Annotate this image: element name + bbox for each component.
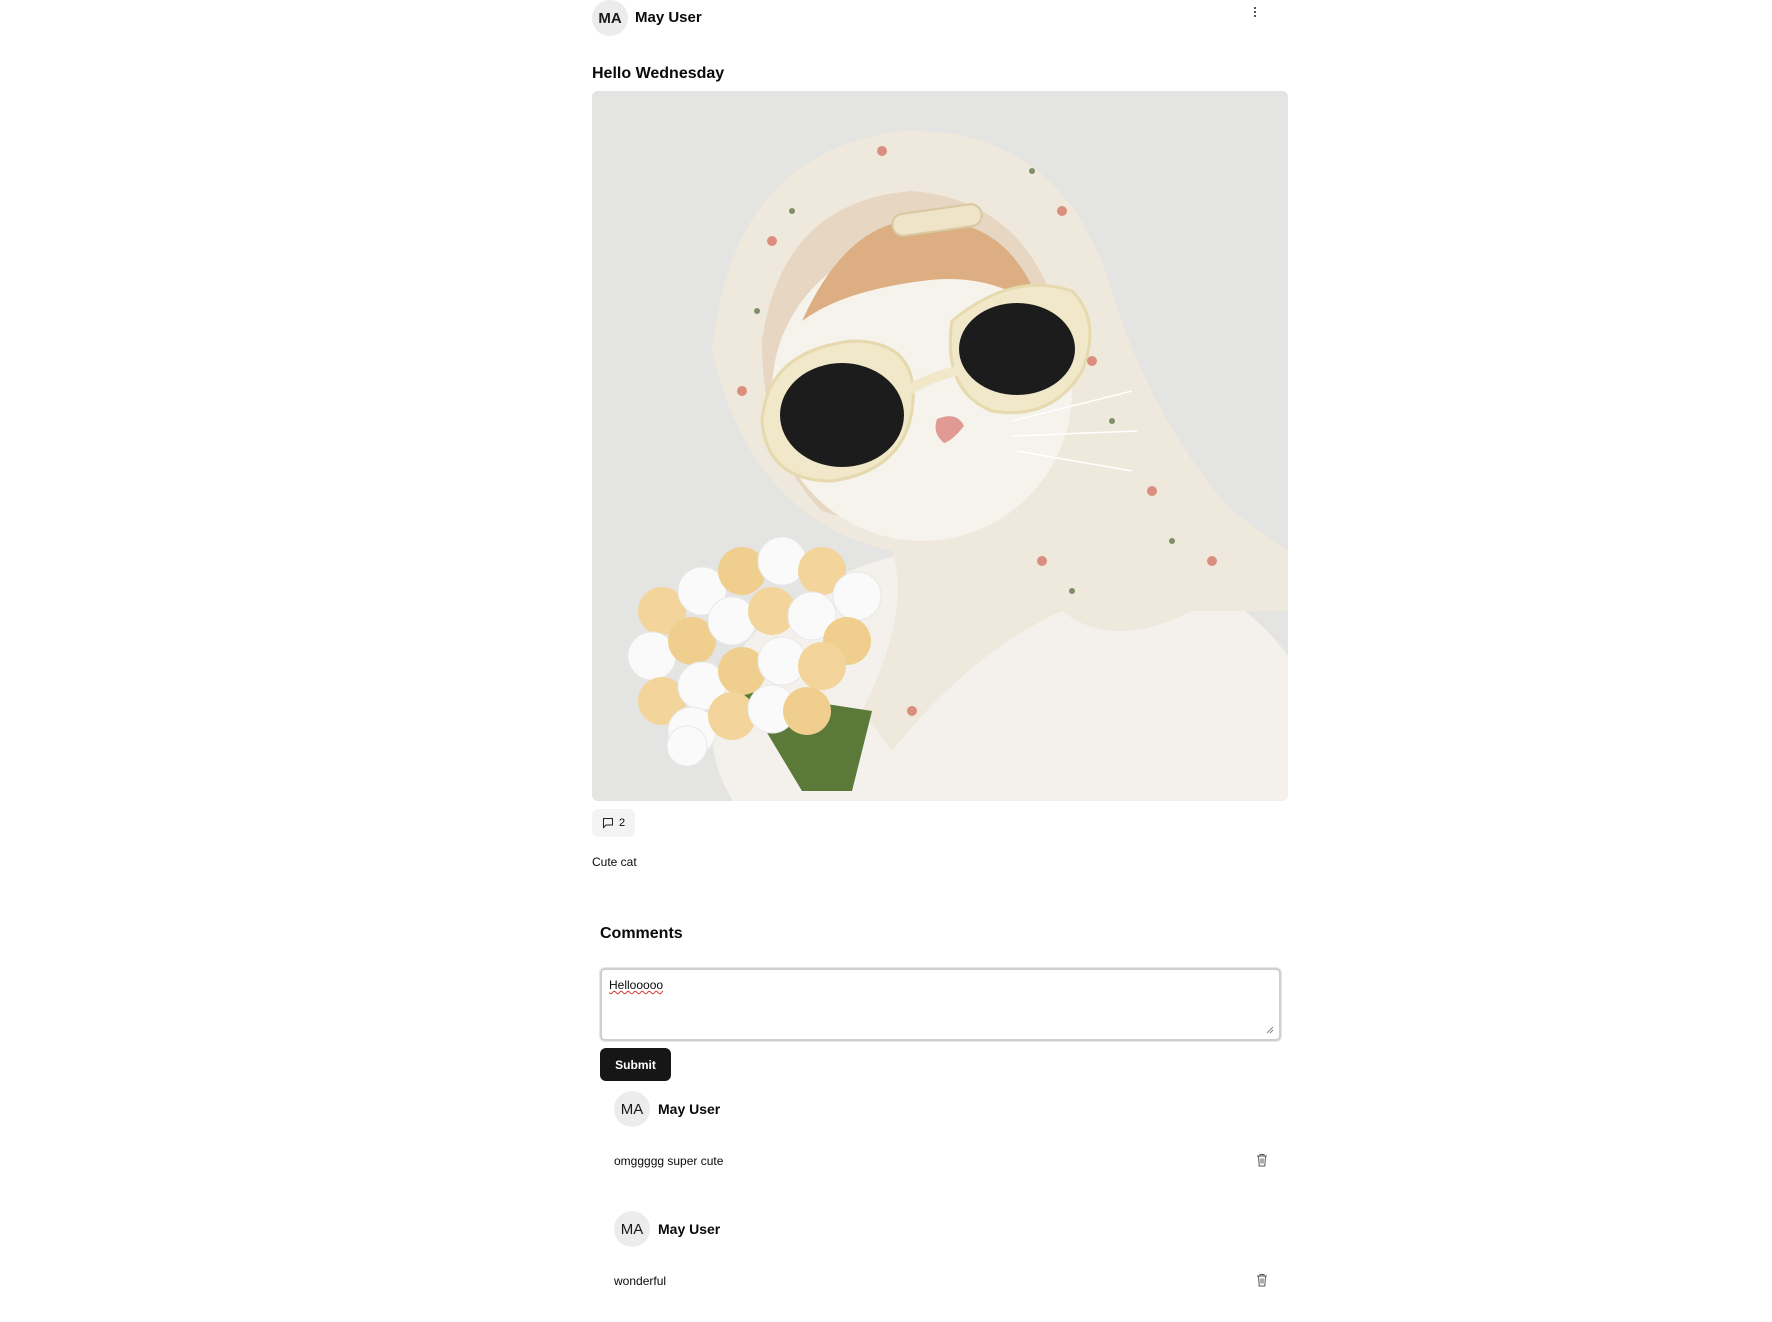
post-title: Hello Wednesday [592,65,725,82]
post-author-name[interactable]: May User [635,9,702,26]
comment-count: 2 [619,817,626,829]
trash-icon[interactable] [1254,1152,1270,1168]
post-header: MA May User [592,0,1288,36]
comment-author[interactable]: May User [658,1101,720,1117]
more-options-icon[interactable] [1247,4,1263,20]
comment-count-button[interactable]: 2 [592,809,636,837]
comment-author[interactable]: May User [658,1221,720,1237]
avatar[interactable]: MA [614,1091,650,1127]
comment-text: omggggg super cute [614,1154,724,1168]
comments-heading: Comments [600,925,683,942]
post-caption: Cute cat [592,855,637,869]
message-square-icon [603,818,613,829]
post-image [592,91,1288,801]
resize-handle-icon[interactable] [1266,1026,1274,1034]
trash-icon[interactable] [1254,1272,1270,1288]
comment-text: wonderful [614,1274,667,1288]
avatar[interactable]: MA [592,0,628,36]
avatar[interactable]: MA [614,1211,650,1247]
comment-input[interactable]: Hellooooo [600,968,1281,1041]
submit-button[interactable]: Submit [600,1048,671,1081]
comment-input-value: Hellooooo [609,978,664,992]
